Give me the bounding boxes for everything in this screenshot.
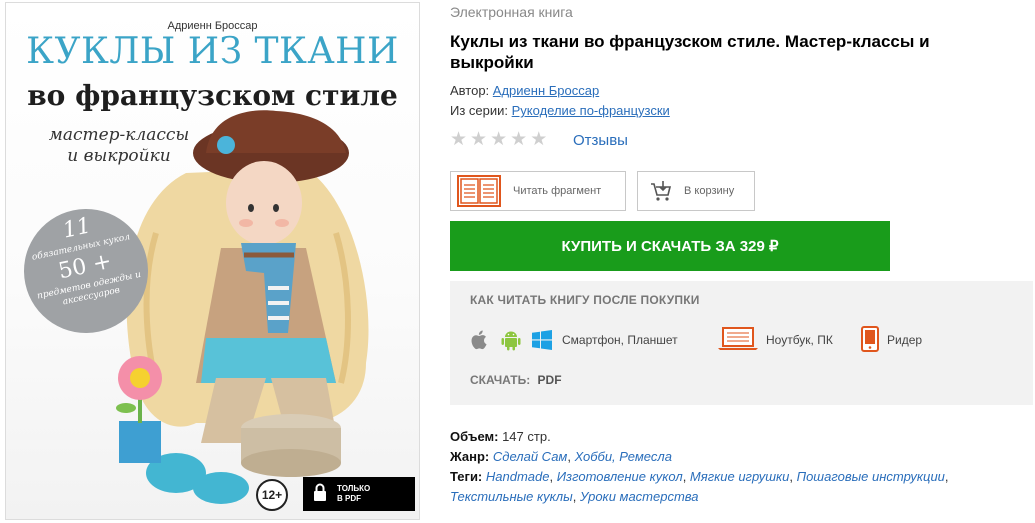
ereader-icon: [861, 325, 879, 355]
buy-download-button[interactable]: КУПИТЬ И СКАЧАТЬ ЗА 329 ₽: [450, 221, 890, 271]
reviews-link[interactable]: Отзывы: [573, 132, 628, 149]
laptop-icon: [718, 326, 758, 354]
windows-icon: [532, 330, 552, 350]
star-icon[interactable]: ★: [470, 130, 487, 150]
tags-label: Теги:: [450, 469, 483, 484]
android-icon: [500, 329, 522, 351]
book-cover[interactable]: Адриенн Броссар КУКЛЫ ИЗ ТКАНИ во францу…: [5, 2, 420, 520]
pdf-only-badge: ТОЛЬКО В PDF: [303, 477, 415, 511]
rating-stars[interactable]: ★ ★ ★ ★ ★: [450, 130, 547, 150]
how-to-read-heading: КАК ЧИТАТЬ КНИГУ ПОСЛЕ ПОКУПКИ: [470, 293, 700, 307]
book-title: Куклы из ткани во французском стиле. Мас…: [450, 32, 930, 72]
genre-label: Жанр:: [450, 449, 490, 464]
how-to-read-panel: КАК ЧИТАТЬ КНИГУ ПОСЛЕ ПОКУПКИ Смартфон,…: [450, 281, 1033, 405]
lock-icon: [313, 483, 327, 506]
volume-label: Объем:: [450, 429, 499, 444]
add-to-cart-button[interactable]: В корзину: [637, 171, 755, 211]
tag-link[interactable]: Изготовление кукол: [557, 469, 683, 484]
genre-link[interactable]: Хобби, Ремесла: [575, 449, 672, 464]
device-laptop[interactable]: Ноутбук, ПК: [718, 326, 833, 354]
series-link[interactable]: Рукоделие по-французски: [512, 103, 670, 118]
series-label: Из серии:: [450, 103, 509, 118]
volume-value: 147 стр.: [502, 429, 551, 444]
author-label: Автор:: [450, 83, 490, 98]
device-laptop-label: Ноутбук, ПК: [766, 333, 833, 347]
tag-link[interactable]: Текстильные куклы: [450, 489, 573, 504]
download-format[interactable]: PDF: [538, 373, 562, 387]
author-row: Автор: Адриенн Броссар: [450, 83, 599, 98]
genre-row: Жанр: Сделай Сам, Хобби, Ремесла: [450, 449, 672, 464]
cart-icon: [650, 180, 672, 202]
series-row: Из серии: Рукоделие по-французски: [450, 103, 670, 118]
star-icon[interactable]: ★: [530, 130, 547, 150]
genre-link[interactable]: Сделай Сам: [493, 449, 567, 464]
download-label: СКАЧАТЬ:: [470, 373, 531, 387]
download-row: СКАЧАТЬ: PDF: [470, 373, 562, 387]
tag-link[interactable]: Handmade: [486, 469, 550, 484]
pdf-only-text: ТОЛЬКО В PDF: [337, 484, 371, 503]
star-icon[interactable]: ★: [510, 130, 527, 150]
book-open-icon: [457, 175, 501, 207]
volume-row: Объем: 147 стр.: [450, 427, 1010, 447]
device-reader[interactable]: Ридер: [861, 325, 923, 355]
star-icon[interactable]: ★: [450, 130, 467, 150]
read-fragment-label: Читать фрагмент: [513, 185, 602, 197]
tag-link[interactable]: Пошаговые инструкции: [797, 469, 945, 484]
tag-link[interactable]: Уроки мастерства: [580, 489, 699, 504]
star-icon[interactable]: ★: [490, 130, 507, 150]
device-reader-label: Ридер: [887, 333, 923, 347]
device-mobile[interactable]: Смартфон, Планшет: [470, 327, 678, 353]
tags-row: Теги: Handmade, Изготовление кукол, Мягк…: [450, 469, 949, 504]
format-label: Электронная книга: [450, 4, 573, 20]
apple-icon: [470, 329, 490, 351]
tag-link[interactable]: Мягкие игрушки: [690, 469, 790, 484]
device-mobile-label: Смартфон, Планшет: [562, 333, 678, 347]
age-rating-badge: 12+: [256, 479, 288, 511]
add-to-cart-label: В корзину: [684, 185, 735, 197]
author-link[interactable]: Адриенн Броссар: [493, 83, 599, 98]
read-fragment-button[interactable]: Читать фрагмент: [450, 171, 626, 211]
